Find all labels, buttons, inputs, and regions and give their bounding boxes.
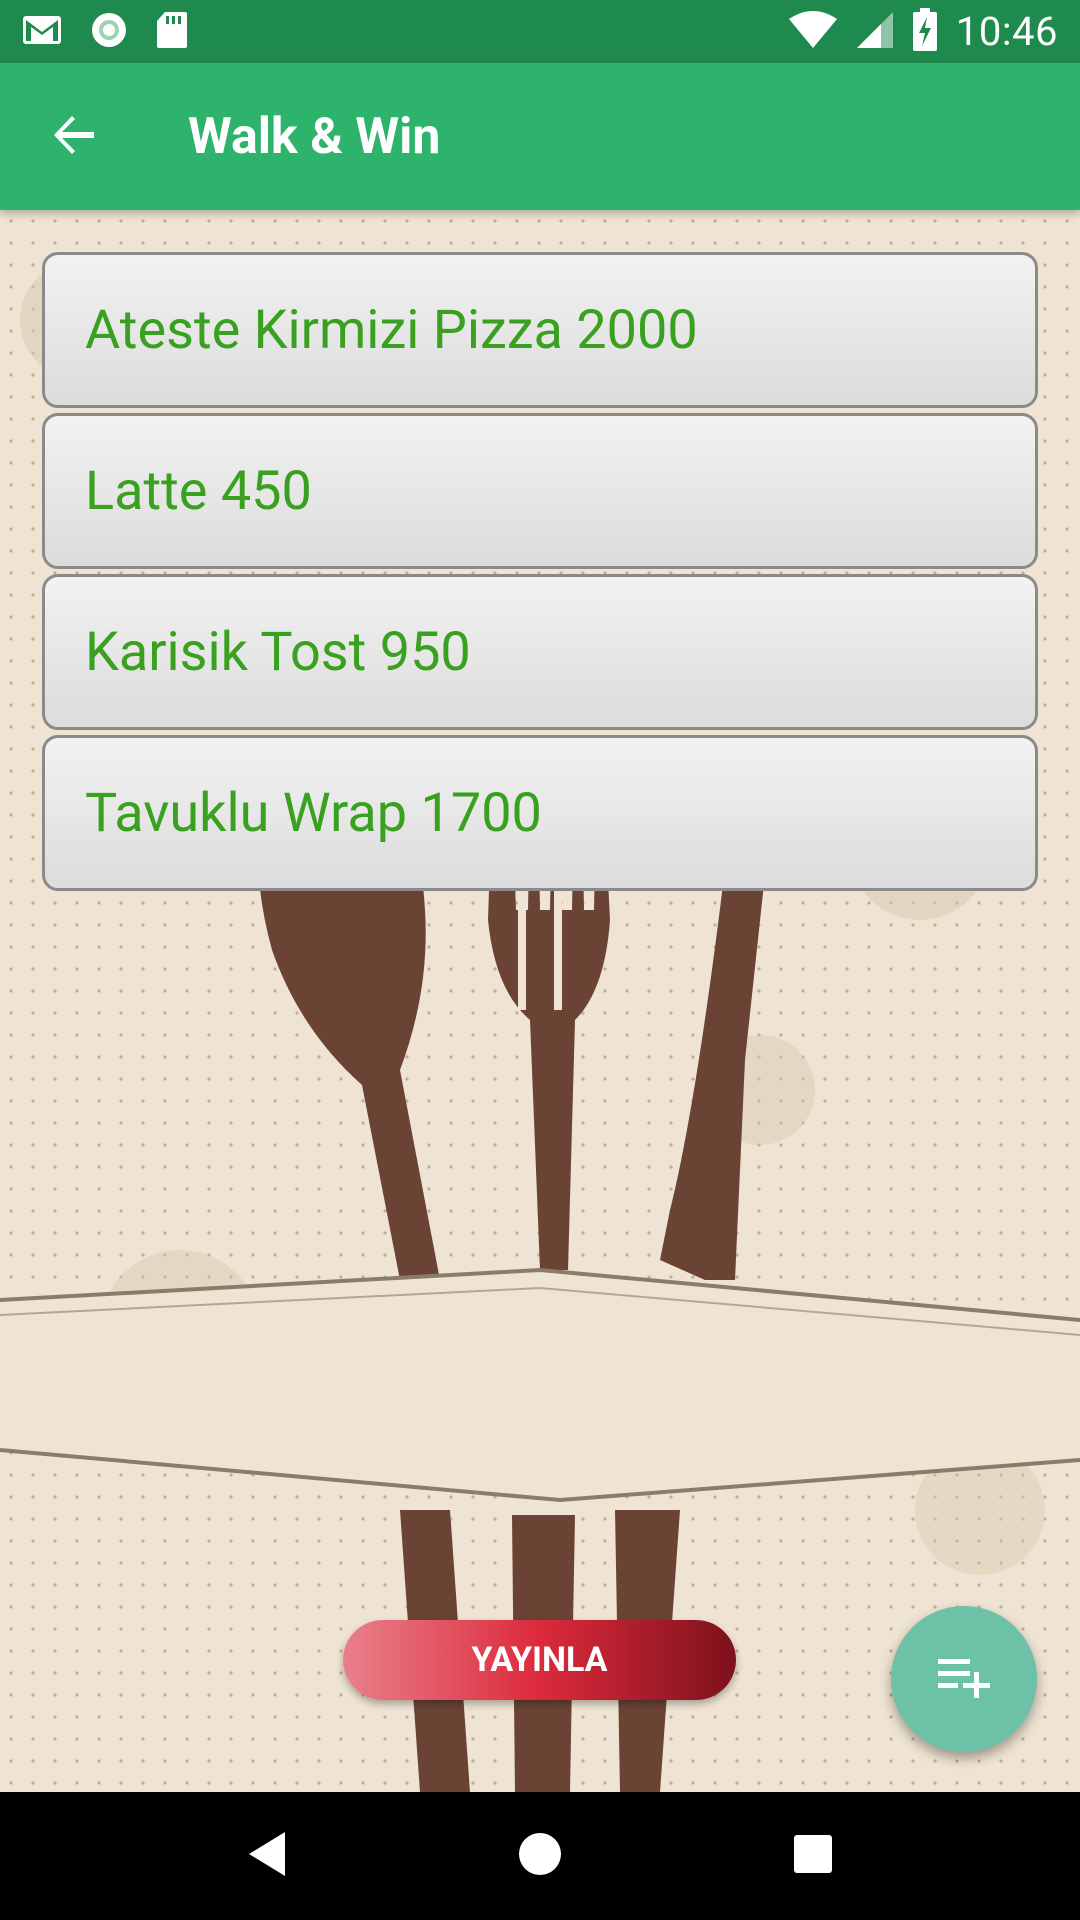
menu-item[interactable]: Ateste Kirmizi Pizza 2000 bbox=[42, 252, 1038, 408]
wifi-icon bbox=[788, 10, 838, 53]
playlist-add-icon bbox=[936, 1655, 992, 1703]
arrow-left-icon bbox=[50, 111, 98, 163]
publish-button[interactable]: YAYINLA bbox=[343, 1620, 736, 1700]
content-area: Ateste Kirmizi Pizza 2000 Latte 450 Kari… bbox=[0, 210, 1080, 1792]
status-time: 10:46 bbox=[955, 8, 1058, 55]
page-title: Walk & Win bbox=[188, 107, 441, 166]
nav-home-button[interactable] bbox=[490, 1806, 590, 1906]
menu-list: Ateste Kirmizi Pizza 2000 Latte 450 Kari… bbox=[42, 252, 1038, 896]
nav-back-button[interactable] bbox=[217, 1806, 317, 1906]
battery-charging-icon bbox=[912, 7, 938, 56]
signal-icon bbox=[856, 11, 894, 53]
nav-recents-button[interactable] bbox=[763, 1806, 863, 1906]
sd-card-icon bbox=[156, 11, 188, 53]
back-button[interactable] bbox=[24, 87, 124, 187]
status-left-icons bbox=[22, 11, 188, 53]
circle-app-icon bbox=[90, 11, 128, 53]
menu-item[interactable]: Latte 450 bbox=[42, 413, 1038, 569]
menu-item[interactable]: Karisik Tost 950 bbox=[42, 574, 1038, 730]
back-triangle-icon bbox=[245, 1830, 289, 1882]
status-bar: 10:46 bbox=[0, 0, 1080, 63]
menu-item[interactable]: Tavuklu Wrap 1700 bbox=[42, 735, 1038, 891]
recents-square-icon bbox=[792, 1833, 834, 1879]
home-circle-icon bbox=[517, 1831, 563, 1881]
add-to-list-fab[interactable] bbox=[891, 1606, 1037, 1752]
status-right-icons: 10:46 bbox=[788, 7, 1058, 56]
app-bar: Walk & Win bbox=[0, 63, 1080, 210]
navigation-bar bbox=[0, 1792, 1080, 1920]
gmail-icon bbox=[22, 15, 62, 49]
